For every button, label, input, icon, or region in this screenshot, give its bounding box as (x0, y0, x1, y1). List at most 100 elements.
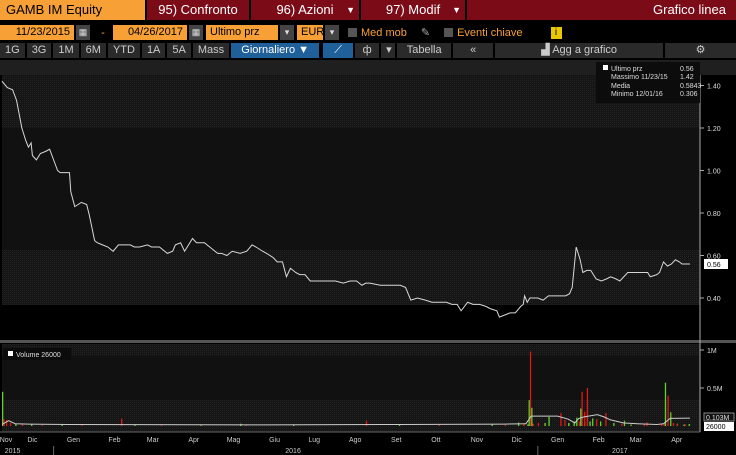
year-label: 2015 (5, 448, 21, 455)
volume-legend-label: Volume 26000 (16, 352, 61, 359)
volume-legend-swatch (8, 351, 13, 356)
volume-bar (41, 424, 43, 426)
volume-bar (613, 422, 615, 426)
volume-tick-label: 1M (707, 348, 717, 355)
volume-bar (560, 413, 562, 426)
month-label: Gen (551, 437, 564, 444)
month-label: Apr (671, 437, 683, 444)
month-label: Nov (471, 437, 484, 444)
month-label: Dic (512, 437, 523, 444)
moving-avg-checkbox[interactable] (348, 28, 357, 37)
collapse-button[interactable]: « (453, 43, 494, 58)
ticker-field[interactable]: GAMB IM Equity (0, 0, 145, 20)
period-mass[interactable]: Mass (192, 43, 230, 58)
period-6m[interactable]: 6M (80, 43, 106, 58)
legend-label: Minimo 12/01/16 (611, 91, 663, 98)
volume-band (2, 400, 700, 432)
volume-bar (688, 424, 690, 426)
table-button[interactable]: Tabella (397, 43, 452, 58)
volume-bar (529, 351, 532, 426)
legend-value: 1.42 (680, 74, 694, 81)
volume-ma-label: 0.103M (706, 415, 730, 422)
start-date-input[interactable]: 11/23/2015 (0, 25, 74, 40)
header-bar: GAMB IM Equity 95) Confronto 96) Azioni ▼… (0, 0, 736, 22)
chevron-down-icon: ▼ (346, 5, 355, 15)
volume-bar (5, 419, 8, 426)
compare-button[interactable]: 95) Confronto (147, 0, 249, 20)
volume-bar (621, 423, 623, 426)
modify-menu[interactable]: 97) Modif ▼ (361, 0, 465, 20)
actions-label: 96) Azioni (276, 2, 334, 17)
volume-bar (160, 425, 163, 426)
period-1a[interactable]: 1A (141, 43, 166, 58)
bar-chart-icon: ▟ (541, 44, 553, 56)
add-to-chart-button[interactable]: ▟ Agg a grafico (495, 43, 664, 58)
price-volume-chart[interactable]: 1.401.201.000.800.600.400.561M0.5M0.103M… (0, 60, 736, 455)
volume-bar (31, 424, 33, 426)
volume-bar (578, 421, 581, 426)
currency-select[interactable]: EUR (297, 25, 324, 40)
line-chart-icon[interactable]: ⟋ (323, 43, 354, 58)
chevron-down-icon[interactable]: ▾ (325, 25, 339, 40)
year-label: 2016 (285, 448, 301, 455)
month-label: Mag (227, 437, 241, 444)
actions-menu[interactable]: 96) Azioni ▼ (251, 0, 359, 20)
volume-bar (596, 419, 598, 426)
chart-type-title: Grafico linea (467, 0, 736, 20)
info-icon[interactable]: i (550, 26, 562, 39)
chevron-down-icon: ▼ (452, 5, 461, 15)
key-events-checkbox[interactable] (444, 28, 454, 37)
end-date-input[interactable]: 04/26/2017 (113, 25, 187, 40)
period-1g[interactable]: 1G (0, 43, 25, 58)
chevron-down-icon[interactable]: ▾ (280, 25, 294, 40)
volume-bar (568, 422, 570, 426)
volume-bar (365, 420, 368, 426)
legend-value: 0.5843 (680, 83, 702, 90)
y-tick-label: 1.00 (707, 169, 721, 176)
month-label: Lug (308, 437, 320, 444)
calendar-icon[interactable]: ▦ (76, 25, 90, 40)
volume-bar (544, 422, 546, 426)
month-label: Apr (188, 437, 200, 444)
compare-label: 95) Confronto (158, 2, 238, 17)
volume-bar (676, 424, 679, 426)
volume-bar (643, 424, 645, 426)
frequency-select[interactable]: Giornaliero ▼ (231, 43, 320, 58)
volume-bar (2, 391, 4, 426)
period-ytd[interactable]: YTD (107, 43, 140, 58)
volume-tick-label: 0.5M (707, 386, 723, 393)
volume-band (2, 356, 700, 400)
volume-bar (605, 413, 607, 426)
price-band (2, 128, 700, 250)
legend-label: Media (611, 83, 630, 90)
period-3g[interactable]: 3G (26, 43, 52, 58)
volume-bar (664, 382, 667, 426)
moving-avg-label: Med mob (361, 26, 407, 39)
volume-band (2, 344, 700, 356)
volume-bar (548, 416, 550, 426)
period-1m[interactable]: 1M (53, 43, 79, 58)
volume-bar (672, 422, 675, 426)
volume-bar (630, 424, 632, 426)
volume-bar (586, 388, 589, 426)
volume-last-label: 26000 (706, 424, 726, 431)
chevron-down-icon[interactable]: ▾ (381, 43, 396, 58)
y-tick-label: 1.40 (707, 84, 721, 91)
legend-label: Ultimo prz (611, 66, 643, 73)
period-5a[interactable]: 5A (167, 43, 191, 58)
add-to-chart-label: Agg a grafico (552, 44, 618, 56)
pencil-icon[interactable]: ✎ (421, 26, 430, 39)
volume-bar (589, 421, 591, 426)
settings-gear-icon[interactable]: ⚙ (665, 43, 736, 58)
controls-row: 11/23/2015 ▦ - 04/26/2017 ▦ Ultimo prz ▾… (0, 24, 736, 41)
key-events-label: Eventi chiave (457, 26, 523, 39)
field-select[interactable]: Ultimo prz (206, 25, 278, 40)
month-label: Feb (108, 437, 120, 444)
volume-bar (200, 425, 202, 426)
month-label: Mar (147, 437, 160, 444)
candlestick-icon[interactable]: ф (355, 43, 380, 58)
calendar-icon[interactable]: ▦ (189, 25, 203, 40)
volume-bar (531, 407, 533, 426)
legend-value: 0.56 (680, 66, 694, 73)
volume-bar (528, 400, 530, 426)
